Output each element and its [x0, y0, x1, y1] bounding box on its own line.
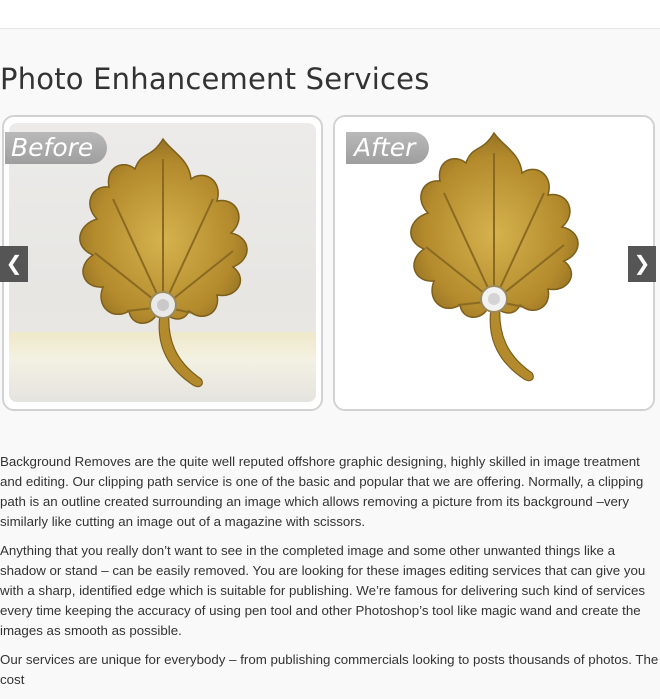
chevron-left-icon: ❮	[5, 253, 23, 275]
leaf-brooch-image	[78, 137, 248, 388]
before-photo	[9, 123, 316, 402]
paragraph: Background Removes are the quite well re…	[0, 454, 644, 529]
description-content: Background Removes are the quite well re…	[0, 452, 660, 699]
top-bar	[0, 0, 660, 29]
slider-prev-button[interactable]: ❮	[0, 246, 28, 282]
chevron-right-icon: ❯	[633, 253, 651, 275]
before-after-slider: Before After ❮ ❯	[0, 113, 660, 417]
paragraph: Our services are unique for everybody – …	[0, 652, 659, 687]
paragraph: Anything that you really don’t want to s…	[0, 543, 646, 638]
page-title: Photo Enhancement Services	[0, 62, 430, 96]
slider-next-button[interactable]: ❯	[628, 246, 656, 282]
after-label: After	[346, 132, 430, 164]
before-label: Before	[5, 132, 108, 164]
